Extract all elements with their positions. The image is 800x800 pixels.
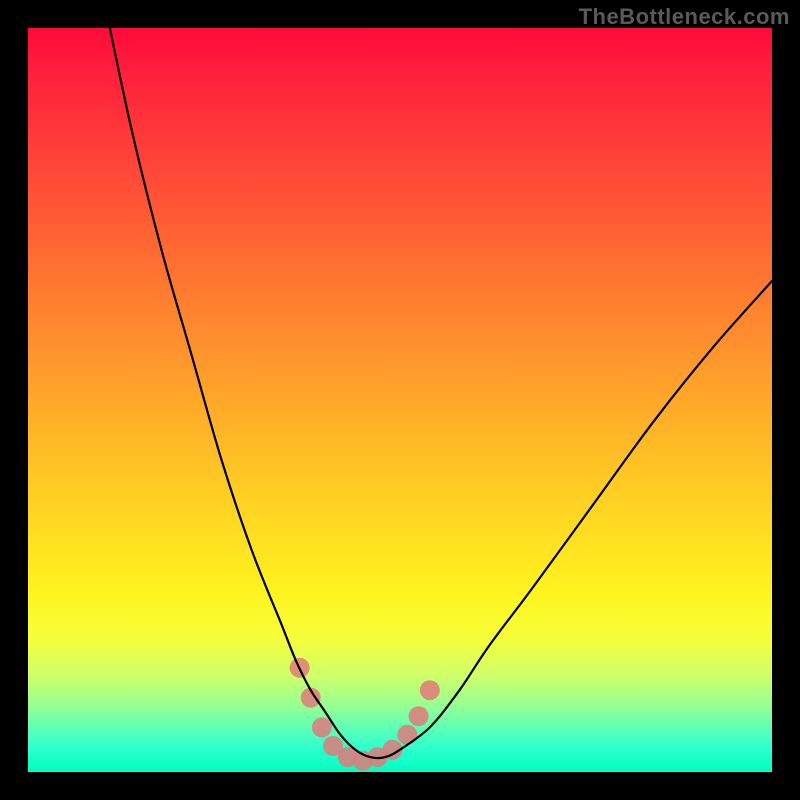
highlight-dot [397, 725, 417, 745]
watermark-text: TheBottleneck.com [579, 4, 790, 30]
plot-area [28, 28, 772, 772]
curve-layer [28, 28, 772, 772]
highlight-dot [312, 717, 332, 737]
chart-frame: TheBottleneck.com [0, 0, 800, 800]
bottleneck-curve-line [110, 28, 772, 758]
highlight-dot [420, 680, 440, 700]
highlight-dot [409, 706, 429, 726]
marker-dots-group [290, 658, 440, 771]
